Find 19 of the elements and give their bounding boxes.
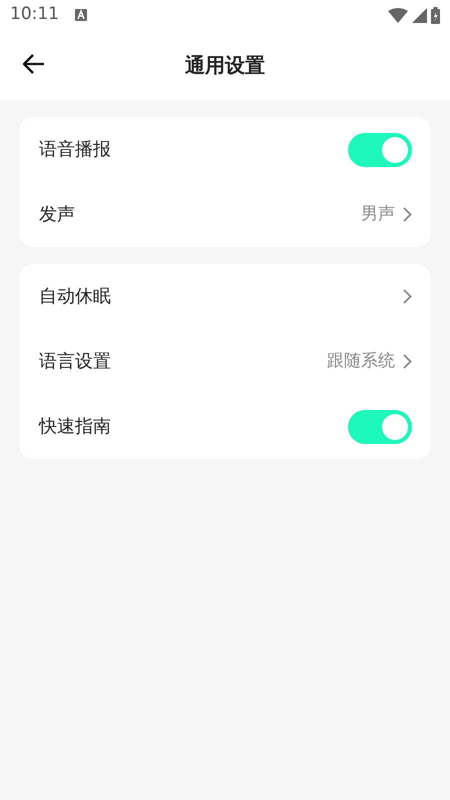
- wifi-icon: [388, 8, 408, 22]
- signal-icon: [412, 8, 427, 22]
- setting-value: 男声: [361, 202, 395, 226]
- back-arrow-icon[interactable]: [22, 52, 46, 76]
- setting-label: 发声: [39, 203, 75, 227]
- toggle-switch[interactable]: [348, 410, 412, 444]
- setting-label: 自动休眠: [39, 285, 111, 309]
- battery-icon: [431, 6, 440, 24]
- status-time: 10:11: [10, 3, 59, 26]
- chevron-right-icon[interactable]: [403, 354, 412, 369]
- setting-label: 快速指南: [39, 415, 111, 439]
- chevron-right-icon[interactable]: [403, 289, 412, 304]
- page-title: 通用设置: [185, 52, 265, 79]
- setting-label: 语言设置: [39, 350, 111, 374]
- setting-value: 跟随系统: [327, 350, 395, 373]
- chevron-right-icon[interactable]: [403, 207, 412, 222]
- setting-label: 语音播报: [39, 138, 111, 162]
- toggle-switch[interactable]: [348, 132, 412, 166]
- notification-icon: [75, 9, 87, 21]
